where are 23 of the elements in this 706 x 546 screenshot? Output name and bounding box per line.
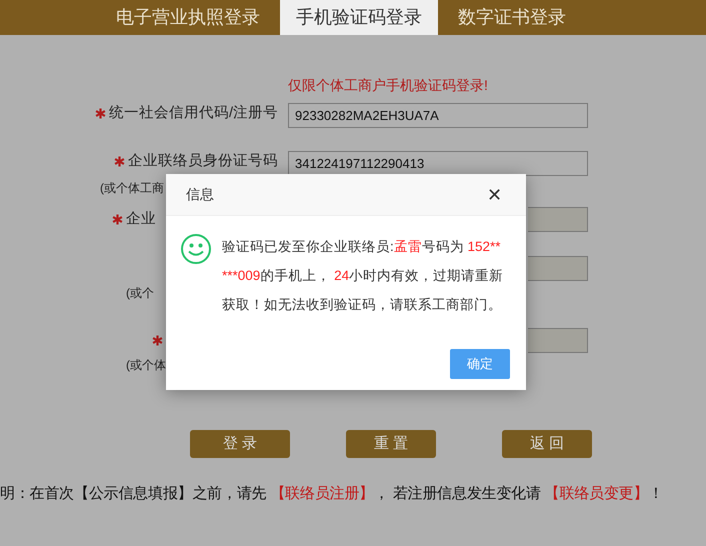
input-field[interactable]: 92330282MA2EH3UA7A bbox=[288, 102, 588, 128]
form-button[interactable]: 重 置 bbox=[346, 430, 436, 458]
confirm-button[interactable]: 确定 bbox=[450, 349, 510, 379]
tab[interactable]: 电子营业执照登录 bbox=[100, 0, 276, 35]
notice-text: 仅限个体工商户手机验证码登录! bbox=[288, 76, 488, 95]
close-button[interactable]: ✕ bbox=[483, 186, 506, 204]
form-button[interactable]: 登 录 bbox=[190, 430, 290, 458]
dialog-title: 信息 bbox=[186, 185, 214, 204]
form-button[interactable]: 返 回 bbox=[502, 430, 592, 458]
link[interactable]: 【联络员注册】 bbox=[270, 485, 374, 502]
footer-note: 明：在首次【公示信息填报】之前，请先 【联络员注册】， 若注册信息发生变化请 【联络员变更】！ bbox=[0, 484, 664, 504]
tab[interactable]: 数字证书登录 bbox=[442, 0, 582, 35]
smiley-icon bbox=[180, 233, 212, 265]
input-field[interactable]: 341224197112290413 bbox=[288, 150, 588, 176]
tab[interactable]: 手机验证码登录 bbox=[280, 0, 438, 35]
field-hint: (或个体 bbox=[126, 357, 166, 374]
field-label: 统一社会信用代码/注册号 bbox=[108, 104, 278, 122]
field-label: 企业联络员身份证号码 bbox=[128, 152, 278, 170]
field-hint: (或个体工商 bbox=[100, 180, 164, 197]
dialog-message: 验证码已发至你企业联络员:孟雷号码为 152*****009的手机上， 24小时内有效，过期请重新获取！如无法收到验证码，请联系工商部门。 bbox=[222, 238, 504, 314]
link[interactable]: 【联络员变更】 bbox=[544, 485, 648, 502]
field-label: 企业 bbox=[126, 210, 156, 228]
field-hint: (或个 bbox=[126, 285, 154, 302]
